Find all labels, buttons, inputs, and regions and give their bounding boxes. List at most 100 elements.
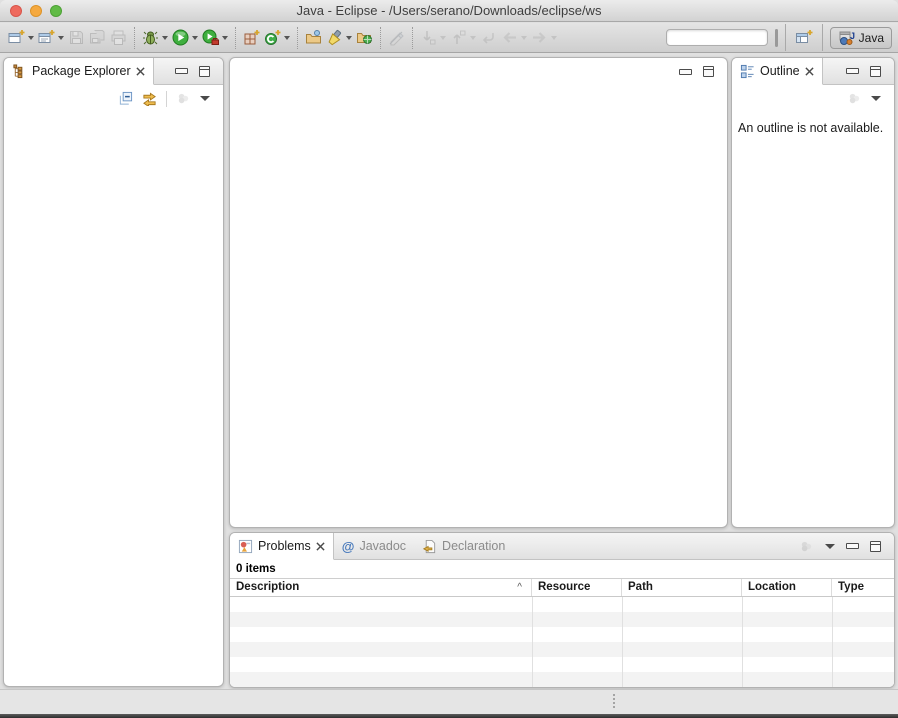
maximize-view-icon[interactable]	[870, 541, 881, 552]
column-header-location[interactable]: Location	[742, 579, 832, 596]
search-button[interactable]	[324, 26, 354, 50]
close-icon[interactable]	[136, 67, 145, 76]
tab-outline[interactable]: Outline	[732, 58, 823, 85]
chevron-down-icon[interactable]	[346, 36, 352, 40]
javadoc-icon: @	[342, 540, 355, 553]
chevron-down-icon[interactable]	[28, 36, 34, 40]
tab-label: Javadoc	[359, 539, 406, 553]
svg-text:J: J	[850, 31, 855, 41]
open-task-button[interactable]	[303, 26, 324, 50]
tab-declaration[interactable]: Declaration	[414, 533, 513, 559]
toolbar-separator	[134, 27, 135, 49]
open-type-button[interactable]	[354, 26, 375, 50]
debug-icon	[142, 29, 159, 46]
empty-table-row	[230, 687, 894, 688]
java-perspective-icon: J	[838, 30, 856, 46]
last-edit-location-button	[478, 26, 499, 50]
toolbar-separator	[380, 27, 381, 49]
column-header-path[interactable]: Path	[622, 579, 742, 596]
open-task-icon	[305, 29, 322, 46]
maximize-view-icon[interactable]	[199, 66, 210, 77]
chevron-down-icon	[440, 36, 446, 40]
save-all-button	[87, 26, 108, 50]
chevron-down-icon	[521, 36, 527, 40]
chevron-down-icon[interactable]	[58, 36, 64, 40]
empty-table-row	[230, 657, 894, 672]
statusbar-drag-handle[interactable]	[613, 694, 615, 708]
package-explorer-tree[interactable]	[4, 112, 223, 662]
debug-button[interactable]	[140, 26, 170, 50]
open-type-icon	[356, 29, 373, 46]
back-icon	[501, 29, 518, 46]
column-header-resource[interactable]: Resource	[532, 579, 622, 596]
window-title: Java - Eclipse - /Users/serano/Downloads…	[70, 3, 828, 18]
close-icon[interactable]	[805, 67, 814, 76]
toolbar-drag-handle[interactable]	[775, 29, 778, 47]
view-menu-dots-icon	[847, 91, 862, 106]
empty-table-row	[230, 642, 894, 657]
editor-area[interactable]	[229, 57, 728, 528]
window-bottom-edge	[0, 714, 898, 718]
empty-table-row	[230, 672, 894, 687]
chevron-down-icon[interactable]	[192, 36, 198, 40]
java-perspective-button[interactable]: J Java	[830, 27, 892, 49]
close-window-button[interactable]	[10, 5, 22, 17]
toolbar-separator	[785, 24, 786, 51]
maximize-editor-icon[interactable]	[703, 66, 714, 77]
new-java-project-icon	[243, 29, 260, 46]
new-java-element-button[interactable]	[36, 26, 66, 50]
new-wizard-icon	[8, 29, 25, 46]
column-divider	[832, 597, 833, 688]
chevron-down-icon	[470, 36, 476, 40]
collapse-all-icon[interactable]	[118, 91, 133, 106]
run-icon	[172, 29, 189, 46]
empty-table-row	[230, 627, 894, 642]
toolbar-separator	[822, 24, 823, 51]
minimize-view-icon[interactable]	[846, 543, 859, 549]
run-external-tools-button[interactable]	[200, 26, 230, 50]
chevron-down-icon[interactable]	[222, 36, 228, 40]
minimize-editor-icon[interactable]	[679, 69, 692, 75]
package-explorer-icon	[12, 64, 27, 79]
problems-table-header: Description ^ Resource Path Location Typ…	[230, 578, 894, 597]
sort-ascending-icon: ^	[517, 582, 522, 593]
run-button[interactable]	[170, 26, 200, 50]
link-with-editor-icon[interactable]	[142, 91, 157, 106]
tab-label: Package Explorer	[32, 64, 131, 78]
minimize-view-icon[interactable]	[846, 68, 859, 74]
outline-tabstrip: Outline	[732, 58, 894, 85]
column-header-description[interactable]: Description ^	[230, 579, 532, 596]
close-icon[interactable]	[316, 542, 325, 551]
column-header-type[interactable]: Type	[832, 579, 894, 596]
run-external-tools-icon	[202, 29, 219, 46]
tab-javadoc[interactable]: @ Javadoc	[334, 533, 414, 559]
new-java-project-button[interactable]	[241, 26, 262, 50]
problems-tabstrip: Problems @ Javadoc Declaration	[230, 533, 894, 560]
view-menu-icon[interactable]	[871, 96, 881, 101]
open-perspective-button[interactable]	[793, 26, 815, 50]
tab-label: Problems	[258, 539, 311, 553]
view-menu-dots-icon	[799, 539, 814, 554]
toolbar-search-input[interactable]	[666, 29, 768, 46]
problems-panel: Problems @ Javadoc Declaration 0 items D…	[229, 532, 895, 688]
minimize-window-button[interactable]	[30, 5, 42, 17]
tab-package-explorer[interactable]: Package Explorer	[4, 58, 154, 85]
view-menu-icon[interactable]	[825, 544, 835, 549]
viewbar-separator	[166, 91, 167, 107]
chevron-down-icon[interactable]	[284, 36, 290, 40]
problems-icon	[238, 539, 253, 554]
maximize-view-icon[interactable]	[870, 66, 881, 77]
search-icon	[326, 29, 343, 46]
save-button	[66, 26, 87, 50]
new-java-class-button[interactable]	[262, 26, 292, 50]
forward-icon	[531, 29, 548, 46]
zoom-window-button[interactable]	[50, 5, 62, 17]
save-icon	[68, 29, 85, 46]
chevron-down-icon[interactable]	[162, 36, 168, 40]
new-wizard-button[interactable]	[6, 26, 36, 50]
outline-panel: Outline An outline is not available.	[731, 57, 895, 528]
view-menu-icon[interactable]	[200, 96, 210, 101]
minimize-view-icon[interactable]	[175, 68, 188, 74]
tab-problems[interactable]: Problems	[230, 533, 334, 560]
view-menu-dots-icon	[176, 91, 191, 106]
